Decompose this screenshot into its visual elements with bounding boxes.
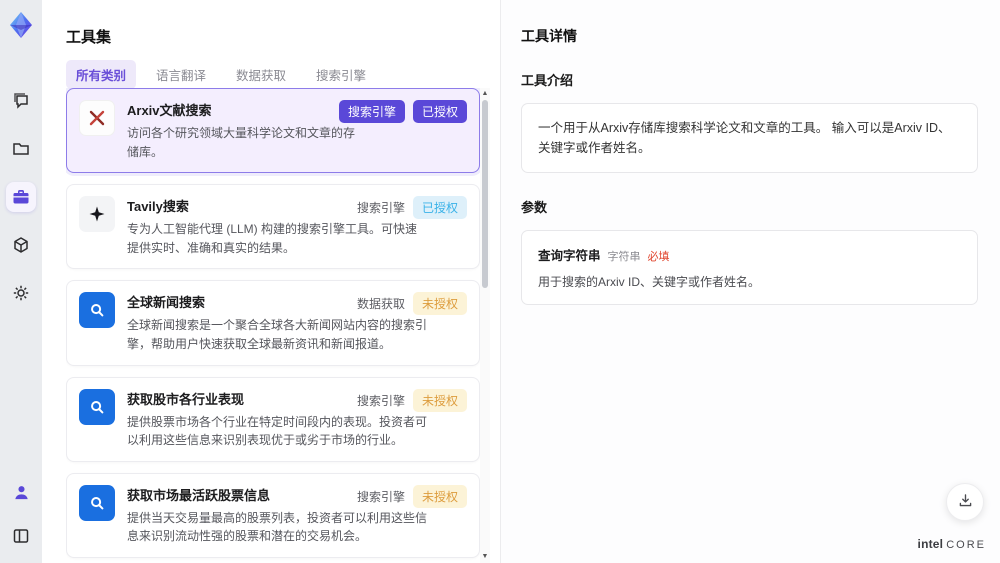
category-tabs: 所有类别 语言翻译 数据获取 搜索引擎 <box>66 60 376 89</box>
tools-panel: 工具集 所有类别 语言翻译 数据获取 搜索引擎 Arxiv文献搜索 访问各个研究… <box>42 0 500 563</box>
search-app-icon <box>79 388 115 425</box>
tool-list: Arxiv文献搜索 访问各个研究领域大量科学论文和文章的存储库。 搜索引擎 已授… <box>66 88 490 563</box>
core-wordmark: CORE <box>946 539 986 551</box>
auth-status-badge: 未授权 <box>412 388 467 412</box>
sidebar-item-models[interactable] <box>6 230 36 260</box>
intel-core-logo: intel CORE <box>918 537 986 551</box>
tab-search-engine[interactable]: 搜索引擎 <box>306 60 376 89</box>
search-app-icon <box>79 292 115 329</box>
sidebar-nav <box>6 86 36 308</box>
tool-card-tavily[interactable]: Tavily搜索 专为人工智能代理 (LLM) 构建的搜索引擎工具。可快速提供实… <box>66 184 480 270</box>
category-badge: 搜索引擎 <box>338 100 405 123</box>
sidebar-item-tools[interactable] <box>6 182 36 212</box>
tool-description: 访问各个研究领域大量科学论文和文章的存储库。 <box>127 126 356 159</box>
toolbox-icon <box>11 187 31 207</box>
tool-description: 提供股票市场各个行业在特定时间段内的表现。投资者可以利用这些信息来识别表现优于或… <box>127 414 428 448</box>
sidebar-item-chat[interactable] <box>6 86 36 116</box>
gear-icon <box>11 283 31 303</box>
intro-heading: 工具介绍 <box>521 73 574 88</box>
cube-icon <box>11 235 31 255</box>
param-type: 字符串 <box>607 251 641 263</box>
arxiv-logo-icon <box>79 100 115 136</box>
auth-status-badge: 已授权 <box>412 196 467 220</box>
category-label: 搜索引擎 <box>356 201 405 216</box>
sidebar-item-collapse[interactable] <box>6 521 36 551</box>
intro-text: 一个用于从Arxiv存储库搜索科学论文和文章的工具。 输入可以是Arxiv ID… <box>538 121 951 155</box>
sidebar-item-account[interactable] <box>6 477 36 507</box>
panel-layout-icon <box>11 526 31 546</box>
params-heading: 参数 <box>521 200 548 215</box>
detail-title: 工具详情 <box>521 28 577 44</box>
sidebar-item-files[interactable] <box>6 134 36 164</box>
sparkle-star-icon <box>79 196 115 233</box>
tool-card-active-stocks[interactable]: 获取市场最活跃股票信息 提供当天交易量最高的股票列表，投资者可以利用这些信息来识… <box>66 472 480 558</box>
tab-data-fetch[interactable]: 数据获取 <box>226 60 296 89</box>
app-logo-icon <box>6 10 36 40</box>
auth-status-badge: 已授权 <box>412 100 467 123</box>
user-icon <box>12 483 31 502</box>
tool-description: 提供当天交易量最高的股票列表，投资者可以利用这些信息来识别流动性强的股票和潜在的… <box>127 510 428 544</box>
param-name: 查询字符串 <box>538 249 601 263</box>
sidebar-item-settings[interactable] <box>6 278 36 308</box>
param-card: 查询字符串 字符串 必填 用于搜索的Arxiv ID、关键字或作者姓名。 <box>521 230 978 305</box>
intro-card: 一个用于从Arxiv存储库搜索科学论文和文章的工具。 输入可以是Arxiv ID… <box>521 103 978 173</box>
tab-language-translation[interactable]: 语言翻译 <box>146 60 216 89</box>
auth-status-badge: 未授权 <box>412 292 467 316</box>
app-window: 工具集 所有类别 语言翻译 数据获取 搜索引擎 Arxiv文献搜索 访问各个研究… <box>0 0 1000 563</box>
tool-card-global-news[interactable]: 全球新闻搜索 全球新闻搜索是一个聚合全球各大新闻网站内容的搜索引擎，帮助用户快速… <box>66 280 480 366</box>
category-label: 数据获取 <box>356 297 405 312</box>
search-app-icon <box>79 484 115 521</box>
page-title: 工具集 <box>66 29 112 46</box>
tool-card-sector-performance[interactable]: 获取股市各行业表现 提供股票市场各个行业在特定时间段内的表现。投资者可以利用这些… <box>66 376 480 462</box>
scrollbar-up-arrow[interactable]: ▲ <box>481 90 489 98</box>
scrollbar-down-arrow[interactable]: ▼ <box>481 553 489 561</box>
chat-icon <box>11 91 31 111</box>
category-label: 搜索引擎 <box>356 393 405 408</box>
tool-description: 专为人工智能代理 (LLM) 构建的搜索引擎工具。可快速提供实时、准确和真实的结… <box>127 222 418 255</box>
auth-status-badge: 未授权 <box>412 484 467 508</box>
param-required-flag: 必填 <box>647 251 670 263</box>
sidebar-bottom <box>0 477 42 551</box>
download-button[interactable] <box>946 483 984 521</box>
list-scrollbar: ▲ ▼ <box>480 88 490 563</box>
scrollbar-thumb[interactable] <box>482 100 488 288</box>
tab-all-categories[interactable]: 所有类别 <box>66 60 137 89</box>
category-label: 搜索引擎 <box>356 489 405 504</box>
folder-icon <box>11 139 31 159</box>
detail-panel: 工具详情 工具介绍 一个用于从Arxiv存储库搜索科学论文和文章的工具。 输入可… <box>500 0 1000 563</box>
tool-card-arxiv[interactable]: Arxiv文献搜索 访问各个研究领域大量科学论文和文章的存储库。 搜索引擎 已授… <box>66 88 480 174</box>
sidebar <box>0 0 42 563</box>
download-icon <box>957 492 974 512</box>
param-description: 用于搜索的Arxiv ID、关键字或作者姓名。 <box>538 275 761 289</box>
intel-wordmark: intel <box>917 537 944 551</box>
tool-description: 全球新闻搜索是一个聚合全球各大新闻网站内容的搜索引擎，帮助用户快速获取全球最新资… <box>127 318 428 351</box>
